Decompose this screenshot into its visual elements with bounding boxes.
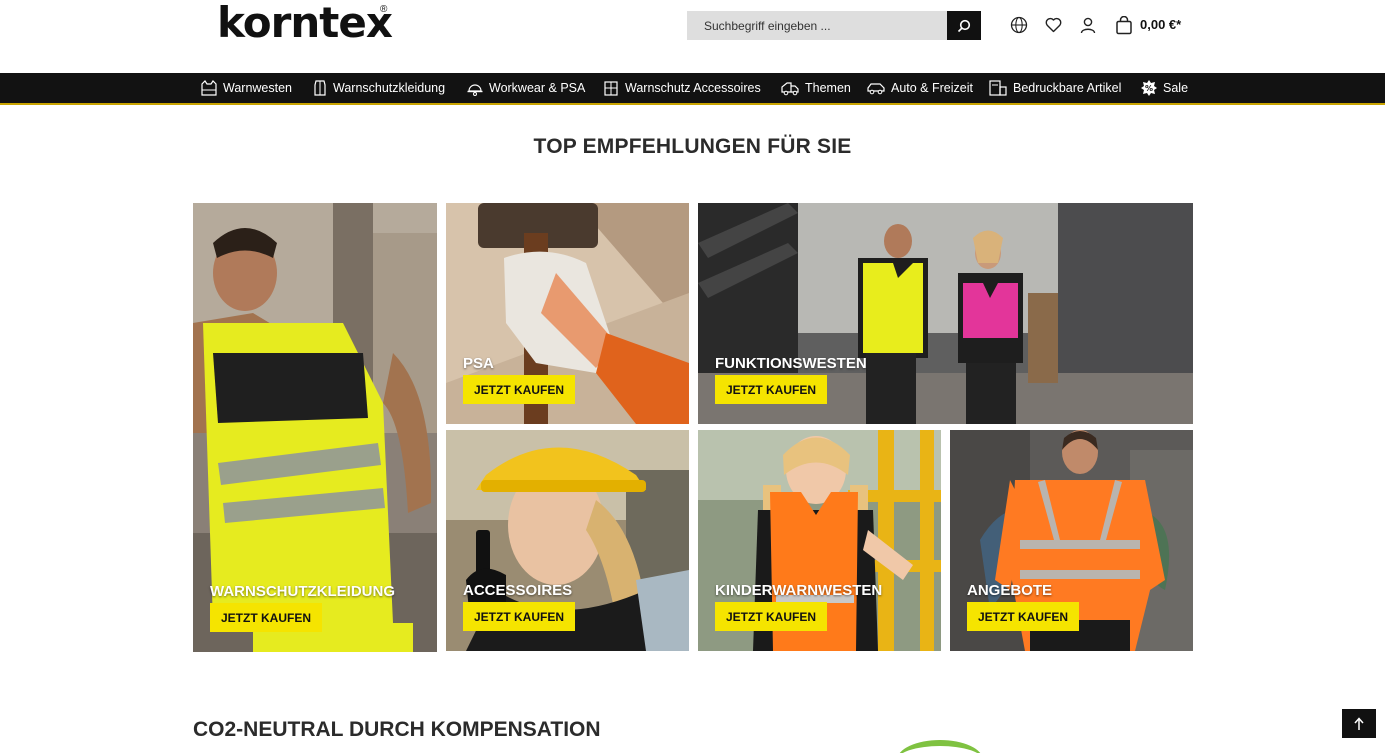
accessories-icon <box>604 81 618 96</box>
co2-section-title: CO2-NEUTRAL DURCH KOMPENSATION <box>193 718 601 741</box>
nav-item-sale[interactable]: % Sale <box>1140 73 1188 103</box>
nav-item-auto-freizeit[interactable]: Auto & Freizeit <box>866 73 973 103</box>
category-tile-psa[interactable]: PSA JETZT KAUFEN <box>446 203 689 424</box>
car-icon <box>867 83 885 95</box>
tile-shop-button[interactable]: JETZT KAUFEN <box>463 602 575 631</box>
tile-label: PSA <box>463 355 494 372</box>
search-bar <box>687 11 981 40</box>
tile-shop-button[interactable]: JETZT KAUFEN <box>715 602 827 631</box>
wishlist-button[interactable] <box>1043 15 1063 35</box>
co2-badge-graphic <box>897 740 983 753</box>
tile-shop-button[interactable]: JETZT KAUFEN <box>210 603 322 632</box>
logo[interactable]: korntex <box>217 0 393 46</box>
nav-item-label: Themen <box>805 81 851 95</box>
sale-badge-icon: % <box>1141 80 1157 96</box>
svg-text:%: % <box>1145 84 1153 93</box>
category-tile-angebote[interactable]: ANGEBOTE JETZT KAUFEN <box>950 430 1193 651</box>
tile-label: ANGEBOTE <box>967 582 1053 599</box>
arrow-up-icon <box>1354 716 1364 730</box>
nav-item-label: Warnschutz Accessoires <box>625 81 761 95</box>
globe-icon <box>1010 16 1028 34</box>
helmet-icon <box>467 84 483 96</box>
search-icon <box>957 19 971 32</box>
tile-shop-button[interactable]: JETZT KAUFEN <box>967 602 1079 631</box>
category-tile-funktionswesten[interactable]: FUNKTIONSWESTEN JETZT KAUFEN <box>698 203 1193 424</box>
nav-item-warnwesten[interactable]: Warnwesten <box>200 73 292 103</box>
main-navigation: Warnwesten Warnschutzkleidung Workwear &… <box>0 73 1385 105</box>
cart-total[interactable]: 0,00 €* <box>1140 17 1181 32</box>
logo-registered-mark: ® <box>380 4 388 15</box>
nav-item-bedruckbare-artikel[interactable]: Bedruckbare Artikel <box>988 73 1121 103</box>
nav-item-warnschutzkleidung[interactable]: Warnschutzkleidung <box>312 73 445 103</box>
category-tile-accessoires[interactable]: ACCESSOIRES JETZT KAUFEN <box>446 430 689 651</box>
tile-label: ACCESSOIRES <box>463 582 573 599</box>
clothing-icon <box>314 80 326 96</box>
scroll-to-top-button[interactable] <box>1342 709 1376 738</box>
tile-label: WARNSCHUTZKLEIDUNG <box>210 583 395 600</box>
nav-item-label: Sale <box>1163 81 1189 95</box>
search-input[interactable] <box>687 11 947 40</box>
site-header: korntex ® 0,00 €* <box>0 0 1385 73</box>
nav-item-label: Warnwesten <box>223 81 293 95</box>
user-icon <box>1080 17 1096 33</box>
cart-button[interactable] <box>1114 15 1134 35</box>
vest-icon <box>201 80 217 96</box>
search-button[interactable] <box>947 11 981 40</box>
nav-item-label: Bedruckbare Artikel <box>1013 81 1122 95</box>
nav-item-label: Auto & Freizeit <box>891 81 973 95</box>
cart-icon <box>1116 15 1132 34</box>
tile-shop-button[interactable]: JETZT KAUFEN <box>463 375 575 404</box>
tile-shop-button[interactable]: JETZT KAUFEN <box>715 375 827 404</box>
tile-label: KINDERWARNWESTEN <box>715 582 883 599</box>
nav-item-warnschutz-accessoires[interactable]: Warnschutz Accessoires <box>602 73 761 103</box>
nav-item-themen[interactable]: Themen <box>780 73 851 103</box>
section-title: TOP EMPFEHLUNGEN FÜR SIE <box>533 135 852 158</box>
nav-item-label: Warnschutzkleidung <box>333 81 446 95</box>
account-button[interactable] <box>1078 15 1098 35</box>
category-tile-warnschutzkleidung[interactable]: WARNSCHUTZKLEIDUNG JETZT KAUFEN <box>193 203 437 652</box>
tile-label: FUNKTIONSWESTEN <box>715 355 867 372</box>
heart-icon <box>1045 17 1061 33</box>
language-button[interactable] <box>1009 15 1029 35</box>
nav-item-label: Workwear & PSA <box>489 81 586 95</box>
category-tile-kinderwarnwesten[interactable]: KINDERWARNWESTEN JETZT KAUFEN <box>698 430 941 651</box>
nav-item-workwear-psa[interactable]: Workwear & PSA <box>466 73 585 103</box>
print-icon <box>989 80 1007 96</box>
truck-icon <box>781 82 799 96</box>
